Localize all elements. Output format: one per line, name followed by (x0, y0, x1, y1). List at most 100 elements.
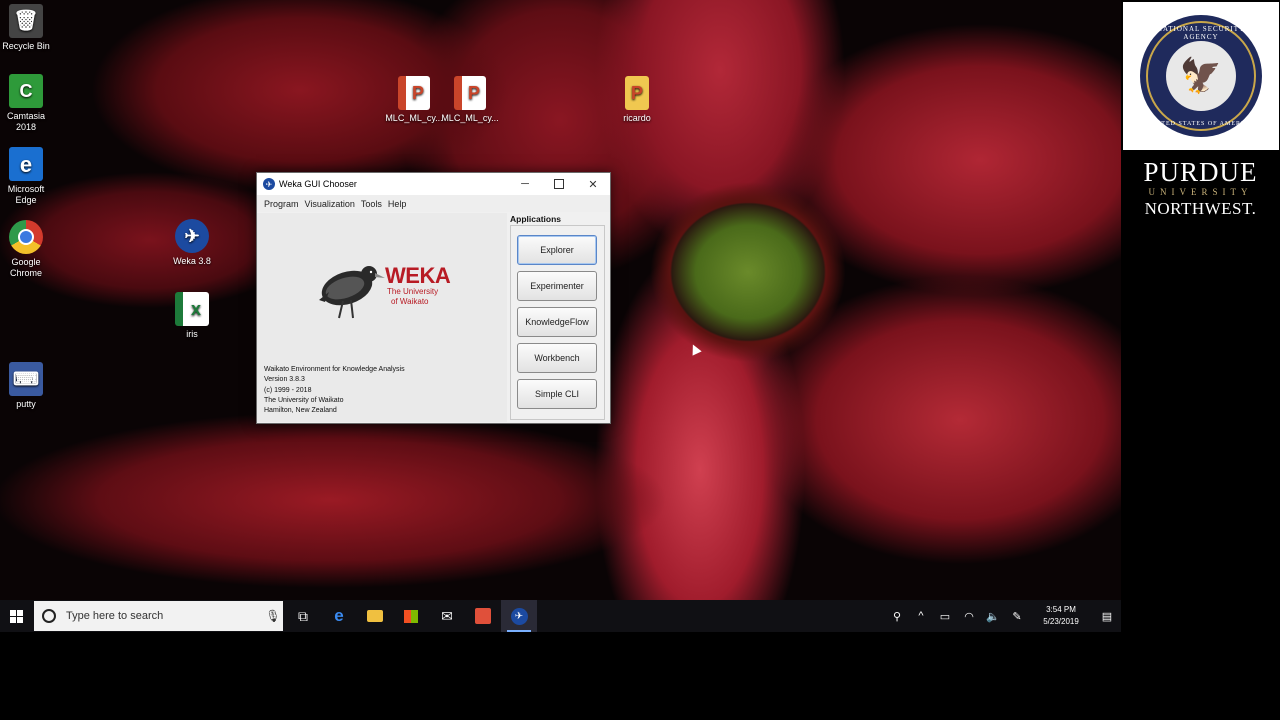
camtasia-icon: C (9, 74, 43, 108)
battery-icon[interactable]: ▭ (933, 610, 957, 623)
weka-splash-pane: WEKA The University of Waikato Waikato E… (257, 213, 507, 422)
task-view-icon: ⧉ (298, 607, 308, 624)
seal-top-text: NATIONAL SECURITY AGENCY (1156, 25, 1246, 41)
info-line: (c) 1999 - 2018 (264, 386, 312, 394)
maximize-icon (554, 179, 564, 189)
show-hidden-icons-chevron-up-icon[interactable]: ^ (909, 610, 933, 622)
desktop-icon-label: putty (16, 399, 36, 409)
wifi-icon[interactable]: ◠ (957, 610, 981, 623)
clock-date: 5/23/2019 (1043, 617, 1079, 626)
close-button[interactable]: ✕ (576, 173, 610, 195)
weka-bird-icon: ✈ (510, 607, 528, 625)
task-view-button[interactable]: ⧉ (285, 600, 321, 632)
weka-bird-icon: ✈ (175, 219, 209, 253)
purdue-line-1: PURDUE (1143, 157, 1258, 187)
store-bag-icon (404, 609, 418, 623)
powerpoint-file-icon: P (454, 76, 486, 110)
info-line: Hamilton, New Zealand (264, 407, 337, 415)
folder-file-icon: P (625, 76, 649, 110)
start-button[interactable] (0, 600, 32, 632)
branding-panel: NATIONAL SECURITY AGENCY 🦅 UNITED STATES… (1121, 0, 1280, 720)
info-line: Waikato Environment for Knowledge Analys… (264, 366, 405, 373)
weka-app-icon: ✈ (263, 178, 275, 190)
info-line: The University of Waikato (264, 396, 344, 404)
iris-shortcut[interactable]: x iris (157, 292, 227, 340)
seal-bottom-text: UNITED STATES OF AMERICA (1147, 121, 1255, 127)
desktop-icon-label: MLC_ML_cy... (441, 113, 499, 123)
pen-icon[interactable]: ✎ (1005, 610, 1029, 623)
taskbar-weka[interactable]: ✈ (501, 600, 537, 632)
knowledgeflow-button[interactable]: KnowledgeFlow (517, 307, 597, 337)
microphone-icon[interactable]: 🎙 (263, 609, 283, 623)
pptx-file-2[interactable]: P MLC_ML_cy... (435, 76, 505, 124)
weka-university-text: The University of Waikato (387, 287, 438, 307)
menu-bar: Program Visualization Tools Help (257, 195, 610, 212)
cortana-icon (42, 609, 56, 623)
folder-icon (367, 610, 383, 622)
taskbar-file-explorer[interactable] (357, 600, 393, 632)
desktop-icon-label: Camtasia 2018 (6, 111, 45, 132)
nsa-seal-icon: NATIONAL SECURITY AGENCY 🦅 UNITED STATES… (1140, 15, 1262, 137)
experimenter-button[interactable]: Experimenter (517, 271, 597, 301)
window-titlebar[interactable]: ✈ Weka GUI Chooser ─ ✕ (257, 173, 610, 195)
edge-shortcut[interactable]: e Microsoft Edge (0, 147, 61, 206)
edge-icon: e (9, 147, 43, 181)
menu-tools[interactable]: Tools (361, 199, 382, 209)
taskbar-mail[interactable]: ✉ (429, 600, 465, 632)
desktop-icon-label: Microsoft Edge (7, 184, 45, 205)
info-line: Version 3.8.3 (264, 376, 305, 384)
desktop-icon-label: Weka 3.8 (173, 256, 211, 266)
putty-shortcut[interactable]: ⌨ putty (0, 362, 61, 410)
weka-info-text: Waikato Environment for Knowledge Analys… (264, 365, 405, 416)
window-title: Weka GUI Chooser (279, 179, 357, 189)
desktop: 🗑 Recycle Bin C Camtasia 2018 e Microsof… (0, 0, 1121, 600)
menu-program[interactable]: Program (264, 199, 299, 209)
desktop-icon-label: Recycle Bin (2, 41, 50, 51)
weka-shortcut[interactable]: ✈ Weka 3.8 (157, 219, 227, 267)
menu-help[interactable]: Help (388, 199, 407, 209)
purdue-line-2: UNIVERSITY (1148, 187, 1253, 197)
taskbar: 🎙 ⧉ e ✉ ✈ ⚲ ^ ▭ ◠ 🔈 ✎ 3:54 PM 5/23/2019 … (0, 600, 1121, 632)
applications-label: Applications (510, 214, 562, 224)
university-line-1: The University (387, 287, 439, 296)
recycle-bin-icon: 🗑 (9, 4, 43, 38)
volume-icon[interactable]: 🔈 (981, 610, 1005, 623)
close-icon: ✕ (588, 178, 598, 191)
workbench-button[interactable]: Workbench (517, 343, 597, 373)
recycle-bin-shortcut[interactable]: 🗑 Recycle Bin (0, 4, 61, 52)
minimize-icon: ─ (521, 178, 529, 190)
menu-visualization[interactable]: Visualization (305, 199, 355, 209)
mouse-cursor-icon (688, 342, 702, 356)
weka-logo-text: WEKA (385, 263, 451, 288)
desktop-icon-label: Google Chrome (9, 257, 42, 278)
action-center-notification-icon[interactable]: ▤ (1093, 610, 1121, 623)
taskbar-store[interactable] (393, 600, 429, 632)
university-line-2: of Waikato (391, 297, 429, 306)
chrome-icon (9, 220, 43, 254)
search-input[interactable] (64, 609, 263, 623)
chrome-shortcut[interactable]: Google Chrome (0, 220, 61, 279)
weka-bird-logo (319, 266, 385, 319)
taskbar-edge[interactable]: e (321, 600, 357, 632)
explorer-button[interactable]: Explorer (517, 235, 597, 265)
purdue-line-3: NORTHWEST. (1144, 199, 1257, 218)
nsa-logo-box: NATIONAL SECURITY AGENCY 🦅 UNITED STATES… (1123, 2, 1279, 150)
excel-file-icon: x (175, 292, 209, 326)
purdue-northwest-logo: PURDUE UNIVERSITY NORTHWEST. (1121, 158, 1280, 219)
system-tray: ⚲ ^ ▭ ◠ 🔈 ✎ 3:54 PM 5/23/2019 ▤ (885, 600, 1121, 632)
desktop-icon-label: ricardo (623, 113, 651, 123)
people-icon[interactable]: ⚲ (885, 610, 909, 623)
maximize-button[interactable] (542, 173, 576, 195)
clock-time: 3:54 PM (1046, 605, 1076, 614)
simple-cli-button[interactable]: Simple CLI (517, 379, 597, 409)
taskbar-camtasia[interactable] (465, 600, 501, 632)
taskbar-search-box[interactable]: 🎙 (34, 601, 283, 631)
minimize-button[interactable]: ─ (508, 173, 542, 195)
camtasia-icon (475, 608, 491, 624)
windows-logo-icon (9, 609, 23, 623)
camtasia-shortcut[interactable]: C Camtasia 2018 (0, 74, 61, 133)
powerpoint-file-icon: P (398, 76, 430, 110)
ricardo-file[interactable]: P ricardo (602, 76, 672, 124)
taskbar-clock[interactable]: 3:54 PM 5/23/2019 (1033, 604, 1089, 628)
weka-gui-chooser-window[interactable]: ✈ Weka GUI Chooser ─ ✕ Program Visualiza… (256, 172, 611, 424)
